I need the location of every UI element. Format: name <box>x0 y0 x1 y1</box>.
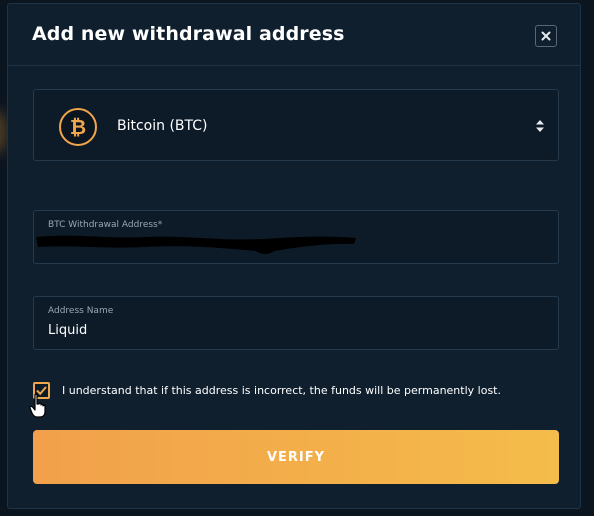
select-arrows-icon <box>536 120 544 132</box>
verify-label: VERIFY <box>266 449 326 465</box>
close-button[interactable] <box>535 25 557 47</box>
verify-button[interactable]: VERIFY <box>33 430 559 484</box>
close-icon <box>541 31 551 41</box>
modal-title: Add new withdrawal address <box>32 23 345 45</box>
modal-header: Add new withdrawal address <box>8 4 580 66</box>
redacted-address-value <box>36 235 356 254</box>
bitcoin-symbol: ₿ <box>70 115 86 139</box>
address-name-label: Address Name <box>48 306 114 316</box>
bitcoin-icon: ₿ <box>59 108 97 146</box>
btc-withdrawal-address-field[interactable]: BTC Withdrawal Address* <box>33 210 559 264</box>
consent-row: I understand that if this address is inc… <box>33 379 559 409</box>
consent-text: I understand that if this address is inc… <box>62 384 501 397</box>
currency-select[interactable]: ₿ Bitcoin (BTC) <box>33 89 559 161</box>
hand-pointer-icon <box>29 393 46 418</box>
add-withdrawal-address-modal: Add new withdrawal address ₿ Bitcoin (BT… <box>7 3 581 509</box>
currency-label: Bitcoin (BTC) <box>117 118 208 134</box>
address-name-field[interactable]: Address Name Liquid <box>33 296 559 350</box>
address-name-value: Liquid <box>48 323 88 338</box>
